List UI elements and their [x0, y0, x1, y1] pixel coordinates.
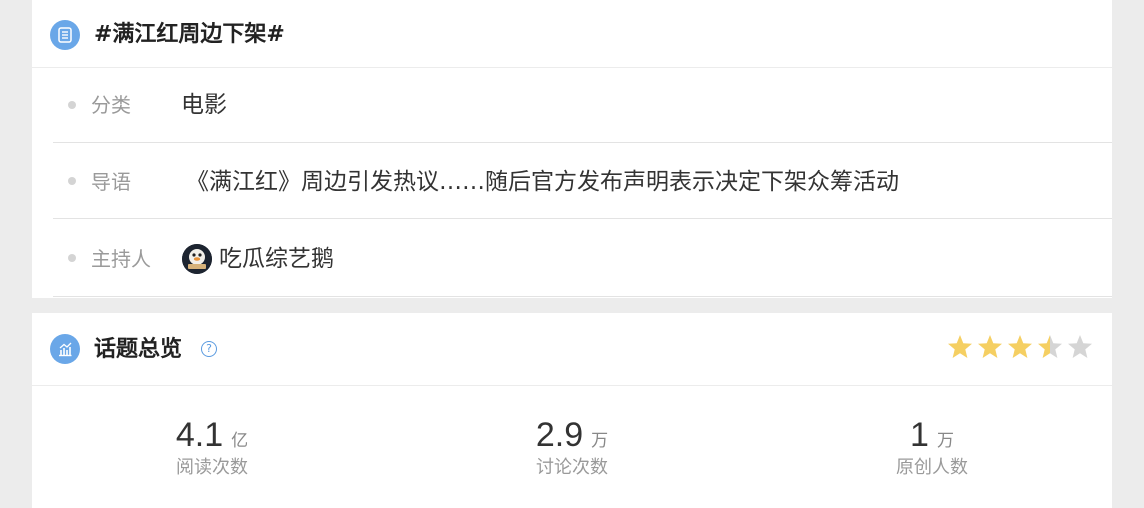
stat-caption: 讨论次数: [536, 457, 608, 478]
bullet-dot: [68, 101, 76, 109]
stat-discuss-count: 2.9 万 讨论次数: [472, 416, 672, 480]
category-row: 分类 电影: [53, 67, 1112, 143]
rating-stars: [946, 333, 1094, 361]
star-icon: [1008, 335, 1032, 358]
topic-card: #满江红周边下架# 分类 电影 导语 《满江红》周边引发热议……随后官方发布声明…: [32, 0, 1112, 298]
question-mark-icon[interactable]: ?: [201, 341, 217, 357]
stat-caption: 阅读次数: [176, 457, 248, 478]
host-label: 主持人: [91, 247, 151, 271]
intro-value: 《满江红》周边引发热议……随后官方发布声明表示决定下架众筹活动: [186, 169, 899, 195]
stat-number: 2.9: [535, 416, 584, 454]
star-icon: [978, 335, 1002, 358]
star-icon: [948, 335, 972, 358]
overview-header: 话题总览 ?: [32, 313, 1112, 386]
host-row: 主持人 吃瓜综艺鹅: [53, 220, 1112, 297]
overview-title: 话题总览: [94, 337, 183, 362]
intro-row: 导语 《满江红》周边引发热议……随后官方发布声明表示决定下架众筹活动: [53, 143, 1112, 219]
stat-number: 4.1: [175, 416, 224, 454]
stat-unit: 万: [936, 431, 954, 451]
star-icon: [1038, 335, 1062, 358]
category-label: 分类: [91, 93, 131, 117]
stat-unit: 亿: [231, 431, 249, 451]
host-name[interactable]: 吃瓜综艺鹅: [219, 246, 334, 272]
stat-read-count: 4.1 亿 阅读次数: [112, 416, 312, 480]
document-list-icon: [50, 20, 80, 50]
category-value[interactable]: 电影: [181, 92, 227, 118]
bullet-dot: [68, 254, 76, 262]
intro-label: 导语: [91, 170, 131, 194]
stat-number: 1: [910, 416, 929, 454]
host-avatar[interactable]: [182, 244, 212, 274]
bullet-dot: [68, 177, 76, 185]
stat-caption: 原创人数: [896, 457, 968, 478]
star-icon: [1068, 335, 1092, 358]
trend-chart-icon: [50, 334, 80, 364]
topic-title[interactable]: #满江红周边下架#: [94, 20, 285, 50]
stat-unit: 万: [591, 431, 609, 451]
stat-original-count: 1万 原创人数: [832, 416, 1032, 480]
topic-header: #满江红周边下架#: [32, 0, 1112, 68]
overview-card: 话题总览 ? 4.1 亿 阅读次数 2.9 万 讨论次数 1万 原创人数: [32, 313, 1112, 508]
